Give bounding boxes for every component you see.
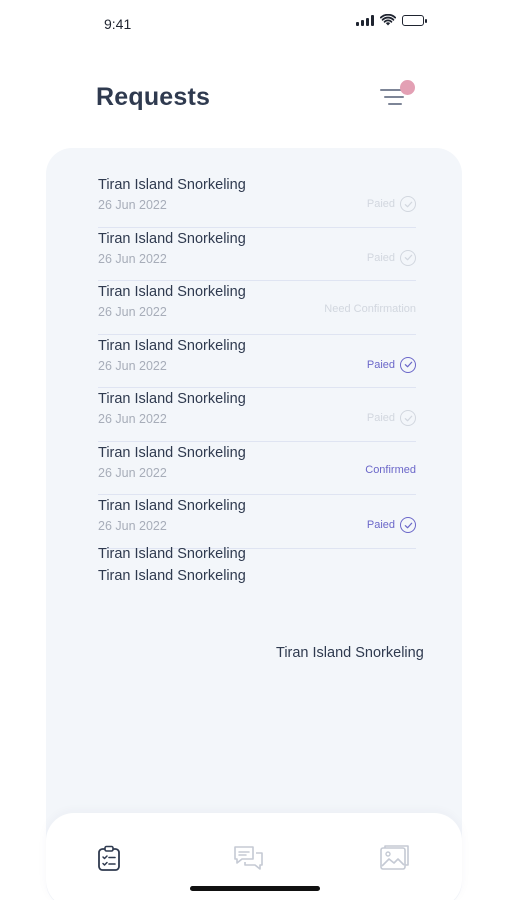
status-badge: Need Confirmation xyxy=(324,303,416,315)
request-list: Tiran Island Snorkeling 26 Jun 2022 Paied T… xyxy=(98,174,416,549)
status-badge: Paied xyxy=(367,410,416,426)
wifi-icon xyxy=(380,14,396,26)
request-item[interactable]: Tiran Island Snorkeling 26 Jun 2022 Paied xyxy=(98,335,416,388)
check-circle-icon xyxy=(400,410,416,426)
status-label: Paied xyxy=(366,198,395,210)
filter-icon xyxy=(380,89,402,91)
status-label: Paied xyxy=(366,251,395,264)
nav-gallery-button[interactable] xyxy=(377,841,411,875)
check-circle-icon xyxy=(400,517,416,533)
status-label: Paied xyxy=(366,519,395,531)
nav-requests-button[interactable] xyxy=(92,841,126,875)
status-bar: 9:41 xyxy=(0,0,507,50)
home-indicator xyxy=(190,886,320,891)
request-title-extra[interactable]: Tiran Island Snorkeling xyxy=(98,546,246,562)
battery-icon xyxy=(402,14,427,26)
status-time: 9:41 xyxy=(104,16,132,32)
clipboard-list-icon xyxy=(98,845,120,871)
chat-bubbles-icon xyxy=(234,846,263,870)
check-circle-icon xyxy=(400,356,416,373)
status-icons xyxy=(356,14,427,26)
status-badge: Paied xyxy=(367,517,416,533)
status-label: Need Confirmation xyxy=(324,303,416,315)
filter-icon-line xyxy=(384,96,404,98)
request-title: Tiran Island Snorkeling xyxy=(98,337,246,354)
filter-icon-line xyxy=(388,103,402,105)
request-date: 26 Jun 2022 xyxy=(98,198,167,212)
check-circle-icon xyxy=(400,196,416,212)
request-title: Tiran Island Snorkeling xyxy=(98,177,246,193)
status-badge: Confirmed xyxy=(365,464,416,476)
cellular-signal-icon xyxy=(356,14,374,26)
request-item[interactable]: Tiran Island Snorkeling 26 Jun 2022 Confir… xyxy=(98,442,416,495)
request-date: 26 Jun 2022 xyxy=(98,465,167,480)
nav-chat-button[interactable] xyxy=(232,841,266,875)
request-title: Tiran Island Snorkeling xyxy=(98,230,246,247)
request-title: Tiran Island Snorkeling xyxy=(98,284,246,300)
request-title: Tiran Island Snorkeling xyxy=(98,444,246,461)
requests-card: Tiran Island Snorkeling 26 Jun 2022 Paied T… xyxy=(46,148,462,900)
request-item[interactable]: Tiran Island Snorkeling 26 Jun 2022 Need C… xyxy=(98,281,416,335)
requests-screen: 9:41 Requests Tiran Island Snorkeling 26 … xyxy=(0,0,507,900)
request-item[interactable]: Tiran Island Snorkeling 26 Jun 2022 Paied xyxy=(98,228,416,281)
notification-dot xyxy=(400,80,415,95)
request-item[interactable]: Tiran Island Snorkeling 26 Jun 2022 Paied xyxy=(98,174,416,228)
request-date: 26 Jun 2022 xyxy=(98,519,167,533)
request-title: Tiran Island Snorkeling xyxy=(98,391,246,407)
request-title-extra-right[interactable]: Tiran Island Snorkeling xyxy=(276,645,424,661)
page-title: Requests xyxy=(96,83,211,111)
request-date: 26 Jun 2022 xyxy=(98,412,167,426)
status-label: Paied xyxy=(366,412,395,424)
request-item[interactable]: Tiran Island Snorkeling 26 Jun 2022 Paied xyxy=(98,388,416,442)
status-badge: Paied xyxy=(367,196,416,212)
status-badge: Paied xyxy=(366,356,416,373)
gallery-icon xyxy=(380,845,409,870)
request-item[interactable]: Tiran Island Snorkeling 26 Jun 2022 Paied xyxy=(98,495,416,549)
request-date: 26 Jun 2022 xyxy=(98,305,167,319)
request-date: 26 Jun 2022 xyxy=(98,251,167,266)
request-title-extra[interactable]: Tiran Island Snorkeling xyxy=(98,568,246,584)
request-date: 26 Jun 2022 xyxy=(98,358,167,373)
status-label: Paied xyxy=(366,358,395,371)
request-title: Tiran Island Snorkeling xyxy=(98,498,246,514)
status-badge: Paied xyxy=(366,249,416,266)
check-circle-icon xyxy=(400,249,416,266)
filter-button[interactable] xyxy=(378,80,418,112)
status-label: Confirmed xyxy=(365,463,416,476)
